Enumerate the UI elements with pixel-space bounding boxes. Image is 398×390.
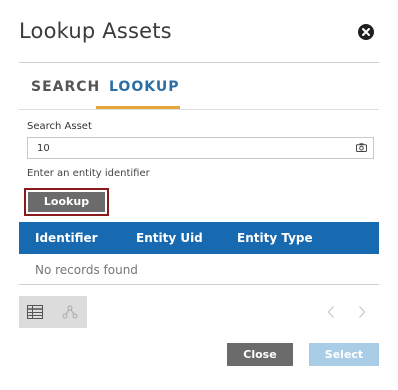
tab-lookup[interactable]: LOOKUP bbox=[109, 79, 179, 95]
column-header-identifier[interactable]: Identifier bbox=[35, 231, 98, 245]
table-divider bbox=[19, 284, 379, 285]
select-button[interactable]: Select bbox=[309, 343, 379, 366]
column-header-entity-uid[interactable]: Entity Uid bbox=[136, 231, 203, 245]
tabs-divider bbox=[19, 109, 379, 110]
close-icon bbox=[362, 28, 370, 36]
dialog-title: Lookup Assets bbox=[19, 19, 172, 43]
chevron-left-icon[interactable] bbox=[327, 305, 335, 319]
search-asset-input[interactable] bbox=[28, 138, 357, 158]
tab-search[interactable]: SEARCH bbox=[31, 79, 100, 95]
grid-view-icon[interactable] bbox=[27, 305, 43, 319]
tree-view-icon[interactable] bbox=[62, 305, 78, 319]
close-dialog-button[interactable] bbox=[358, 24, 374, 40]
search-asset-field-wrapper bbox=[27, 137, 374, 159]
camera-icon[interactable] bbox=[356, 143, 367, 152]
empty-table-message: No records found bbox=[35, 263, 138, 277]
close-button[interactable]: Close bbox=[227, 343, 293, 366]
lookup-button[interactable]: Lookup bbox=[28, 192, 105, 212]
chevron-right-icon[interactable] bbox=[358, 305, 366, 319]
search-hint: Enter an entity identifier bbox=[27, 168, 150, 179]
column-header-entity-type[interactable]: Entity Type bbox=[237, 231, 313, 245]
header-divider bbox=[19, 62, 379, 63]
search-asset-label: Search Asset bbox=[27, 121, 92, 132]
